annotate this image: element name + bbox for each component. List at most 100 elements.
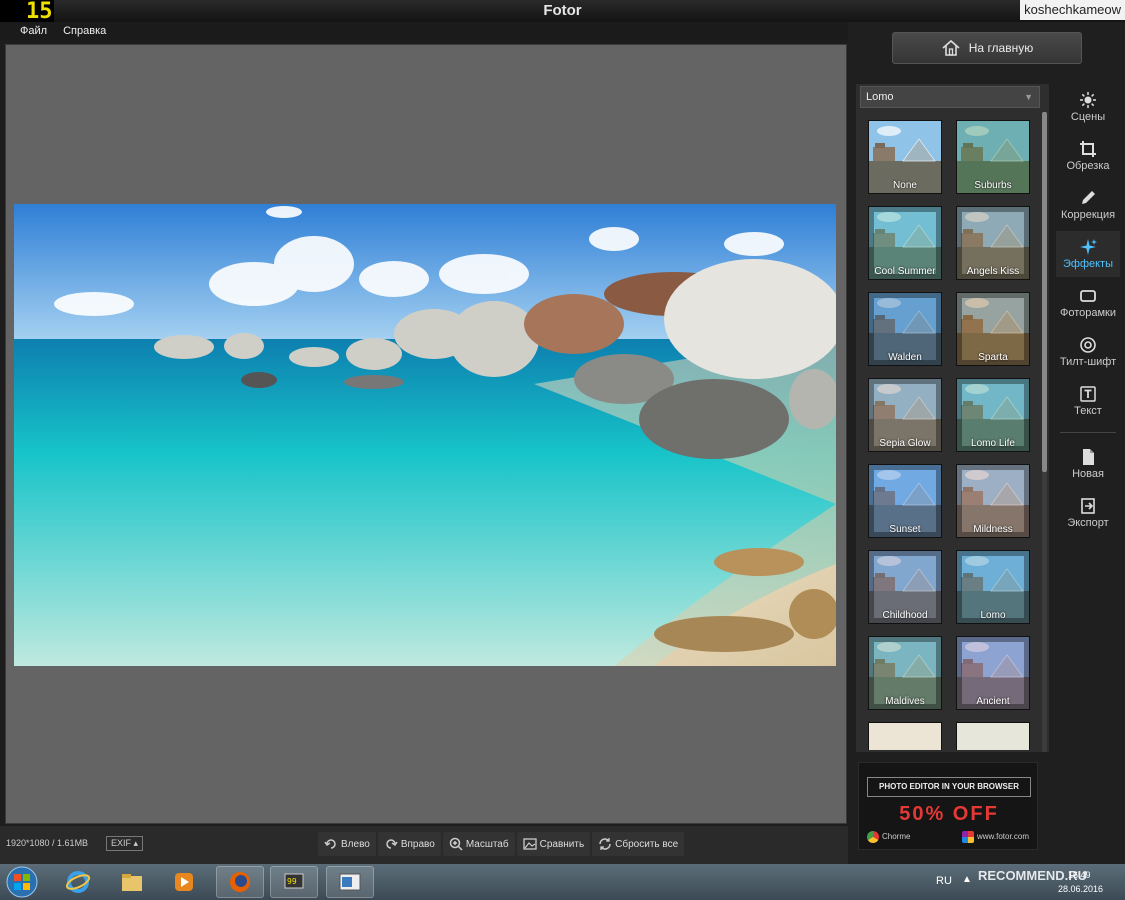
taskbar-fotor[interactable] xyxy=(326,866,374,898)
tool-sparkle[interactable]: Эффекты xyxy=(1056,231,1120,277)
editor-canvas xyxy=(5,44,847,824)
home-label: На главную xyxy=(968,41,1034,55)
ad-chrome: Chorme xyxy=(867,831,910,843)
fotor-logo-icon xyxy=(961,831,974,843)
clock-date[interactable]: 28.06.2016 xyxy=(1058,884,1103,894)
new-file-icon xyxy=(1083,449,1094,465)
menu-help[interactable]: Справка xyxy=(63,22,106,40)
filter-thumb[interactable]: Angels Kiss xyxy=(956,206,1030,280)
taskbar-explorer[interactable] xyxy=(108,866,156,898)
export-icon xyxy=(1081,498,1095,514)
folder-icon xyxy=(122,874,142,891)
rotate-left-button[interactable]: Влево xyxy=(318,832,376,856)
svg-text:99: 99 xyxy=(287,877,297,886)
tool-pencil[interactable]: Коррекция xyxy=(1056,182,1120,228)
rotate-right-label: Вправо xyxy=(400,838,435,850)
start-button-icon[interactable] xyxy=(4,865,40,899)
filter-thumb-label: Maldives xyxy=(885,696,925,707)
tool-export[interactable]: Экспорт xyxy=(1056,490,1120,536)
filter-category-value: Lomo xyxy=(866,91,894,103)
filter-grid: None Suburbs Cool Summer Angels Kiss Walden S… xyxy=(868,120,1034,750)
photo-preview[interactable] xyxy=(14,204,836,666)
filter-thumb-label: Sepia Glow xyxy=(879,438,931,449)
taskbar-firefox[interactable] xyxy=(216,866,264,898)
ad-banner[interactable]: PHOTO EDITOR IN YOUR BROWSER 50% OFF Cho… xyxy=(858,762,1038,850)
compare-button[interactable]: Сравнить xyxy=(516,832,591,856)
filter-thumb-label: Sparta xyxy=(978,352,1008,363)
clock-time[interactable]: 16:49 xyxy=(1068,870,1091,880)
tool-crop[interactable]: Обрезка xyxy=(1056,133,1120,179)
tilt-shift-icon xyxy=(1080,337,1096,353)
tool-new-file[interactable]: Новая xyxy=(1056,441,1120,487)
home-button[interactable]: На главную xyxy=(892,32,1082,64)
filter-thumb[interactable]: Sparta xyxy=(956,292,1030,366)
filter-thumb[interactable]: Lomo Life xyxy=(956,378,1030,452)
filter-thumb-image xyxy=(869,723,941,750)
compare-label: Сравнить xyxy=(539,838,585,850)
tool-frame[interactable]: Фоторамки xyxy=(1056,280,1120,326)
user-watermark: koshechkameow xyxy=(1020,0,1125,20)
tray-expand-icon[interactable]: ▲ xyxy=(962,874,972,885)
tool-label: Фоторамки xyxy=(1059,307,1117,319)
compare-icon xyxy=(522,838,537,850)
ad-headline: PHOTO EDITOR IN YOUR BROWSER xyxy=(867,777,1031,797)
filter-panel: Lomo ▼ None Suburbs Cool Summer Angels Kiss… xyxy=(856,84,1049,752)
fps-counter: 15 xyxy=(0,0,54,24)
tool-label: Экспорт xyxy=(1067,517,1109,529)
tool-sun[interactable]: Сцены xyxy=(1056,84,1120,130)
tool-label: Коррекция xyxy=(1060,209,1116,221)
filter-thumb[interactable]: Ancient xyxy=(956,636,1030,710)
pencil-icon xyxy=(1082,191,1095,204)
text-icon xyxy=(1080,386,1096,402)
taskbar-fraps[interactable]: 99 xyxy=(270,866,318,898)
filter-thumb-label: Childhood xyxy=(882,610,928,621)
tool-text[interactable]: Текст xyxy=(1056,378,1120,424)
tool-label: Тилт-шифт xyxy=(1059,356,1117,368)
right-panel: На главную Lomo ▼ None Suburbs Cool Summer… xyxy=(848,22,1125,864)
zoom-button[interactable]: Масштаб xyxy=(442,832,515,856)
filter-category-select[interactable]: Lomo ▼ xyxy=(860,86,1040,108)
exif-button[interactable]: EXIF ▴ xyxy=(106,836,144,851)
filter-thumb-label: Sunset xyxy=(889,524,921,535)
taskbar-media-player[interactable] xyxy=(160,866,208,898)
filter-thumb[interactable]: Childhood xyxy=(868,550,942,624)
fotor-window-icon xyxy=(339,873,361,891)
filter-thumb[interactable]: None xyxy=(868,120,942,194)
filter-thumb[interactable]: Mildness xyxy=(956,464,1030,538)
internet-explorer-icon xyxy=(65,871,91,893)
filter-thumb[interactable] xyxy=(868,722,942,750)
reset-all-button[interactable]: Сбросить все xyxy=(592,832,685,856)
zoom-label: Масштаб xyxy=(465,838,509,850)
filter-thumb[interactable]: Walden xyxy=(868,292,942,366)
filter-thumb[interactable]: Sepia Glow xyxy=(868,378,942,452)
scrollbar-thumb[interactable] xyxy=(1042,112,1047,472)
ad-chrome-label: Chorme xyxy=(882,832,911,842)
filter-scrollbar[interactable] xyxy=(1042,112,1047,752)
tool-label: Сцены xyxy=(1070,111,1106,123)
tool-divider xyxy=(1060,432,1116,433)
filter-thumb[interactable] xyxy=(956,722,1030,750)
zoom-icon xyxy=(449,837,463,851)
tool-sidebar: Сцены Обрезка Коррекция Эффекты Фоторамки Тил… xyxy=(1056,84,1120,539)
rotate-right-button[interactable]: Вправо xyxy=(377,832,441,856)
filter-thumb-label: Angels Kiss xyxy=(966,266,1020,277)
reset-icon xyxy=(599,838,611,850)
menu-bar: Файл Справка xyxy=(0,22,848,40)
rotate-right-icon xyxy=(386,839,398,849)
rotate-left-label: Влево xyxy=(341,838,370,850)
ad-offer: 50% OFF xyxy=(899,803,999,825)
sparkle-icon xyxy=(1080,239,1097,255)
filter-thumb[interactable]: Maldives xyxy=(868,636,942,710)
tool-label: Обрезка xyxy=(1066,160,1110,172)
ad-site-label: www.fotor.com xyxy=(976,832,1029,842)
filter-thumb[interactable]: Sunset xyxy=(868,464,942,538)
language-indicator[interactable]: RU xyxy=(936,875,952,887)
filter-thumb[interactable]: Lomo xyxy=(956,550,1030,624)
filter-thumb[interactable]: Cool Summer xyxy=(868,206,942,280)
fraps-icon: 99 xyxy=(284,873,304,889)
tool-tilt-shift[interactable]: Тилт-шифт xyxy=(1056,329,1120,375)
filter-thumb-label: Ancient xyxy=(976,696,1010,707)
menu-file[interactable]: Файл xyxy=(20,22,47,40)
taskbar-ie[interactable] xyxy=(54,866,102,898)
filter-thumb[interactable]: Suburbs xyxy=(956,120,1030,194)
